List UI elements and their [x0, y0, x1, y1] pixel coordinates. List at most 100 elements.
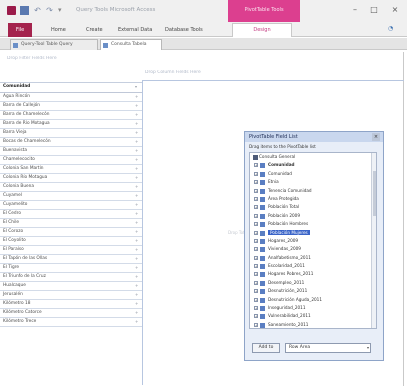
expand-icon[interactable]: + [135, 273, 139, 281]
row-item[interactable]: Hualcaque + [0, 282, 142, 291]
expand-icon[interactable]: + [254, 188, 258, 193]
expand-icon[interactable]: + [135, 264, 139, 272]
scrollbar-thumb[interactable] [373, 171, 376, 216]
expand-icon[interactable]: + [135, 111, 139, 119]
row-item[interactable]: El Tigre + [0, 264, 142, 273]
chevron-down-icon[interactable]: ▾ [367, 344, 369, 352]
expand-icon[interactable]: + [135, 102, 139, 110]
expand-icon[interactable]: + [254, 306, 258, 311]
row-item[interactable]: Barra de Chamelecón + [0, 111, 142, 120]
row-item[interactable]: Bocas de Chamelecón + [0, 138, 142, 147]
expand-icon[interactable]: + [254, 322, 258, 327]
row-item[interactable]: Colonia Buena + [0, 183, 142, 192]
expand-icon[interactable]: + [254, 205, 258, 210]
field-item[interactable]: + Saneamiento_2011 [250, 321, 376, 328]
field-list-title[interactable]: PivotTable Field List [245, 132, 383, 142]
close-button[interactable]: × [388, 4, 402, 16]
row-item[interactable]: Buenavista + [0, 147, 142, 156]
expand-icon[interactable]: + [135, 237, 139, 245]
expand-icon[interactable]: ▾ [135, 83, 139, 91]
expand-icon[interactable]: + [254, 289, 258, 294]
tab-design[interactable]: Design [232, 23, 292, 37]
expand-icon[interactable]: + [135, 228, 139, 236]
field-item[interactable]: + Hogares_2009 [250, 237, 376, 245]
expand-icon[interactable]: + [254, 222, 258, 227]
row-field-header[interactable]: Comunidad ▾ [0, 83, 142, 93]
row-item[interactable]: El Cedro + [0, 210, 142, 219]
expand-icon[interactable]: + [135, 192, 139, 200]
add-to-button[interactable]: Add to [252, 343, 280, 353]
expand-icon[interactable]: + [254, 297, 258, 302]
expand-icon[interactable]: + [254, 171, 258, 176]
tab-home[interactable]: Home [51, 25, 66, 35]
expand-icon[interactable]: + [135, 183, 139, 191]
field-item[interactable]: + Hogares Pobres_2011 [250, 270, 376, 278]
row-item[interactable]: Jerusalén + [0, 291, 142, 300]
expand-icon[interactable]: + [254, 238, 258, 243]
customize-toolbar-icon[interactable]: ▾ [58, 6, 67, 15]
expand-icon[interactable]: + [254, 255, 258, 260]
row-item[interactable]: El Corozo + [0, 228, 142, 237]
expand-icon[interactable]: + [135, 93, 139, 101]
row-item[interactable]: Colonia Río Motagua + [0, 174, 142, 183]
expand-icon[interactable]: + [254, 314, 258, 319]
maximize-button[interactable]: □ [367, 4, 381, 16]
expand-icon[interactable]: + [135, 201, 139, 209]
field-item[interactable]: + Analfabetismo_2011 [250, 254, 376, 262]
tab-database-tools[interactable]: Database Tools [165, 25, 203, 35]
expand-icon[interactable]: + [135, 210, 139, 218]
row-item[interactable]: El Coyolito + [0, 237, 142, 246]
field-item[interactable]: + Viviendas_2009 [250, 245, 376, 253]
expand-icon[interactable]: + [254, 280, 258, 285]
expand-icon[interactable]: + [254, 196, 258, 201]
expand-icon[interactable]: + [254, 264, 258, 269]
field-item[interactable]: + Población 2009 [250, 212, 376, 220]
expand-icon[interactable]: + [135, 291, 139, 299]
field-tree-root[interactable]: Consulta General [250, 153, 376, 161]
expand-icon[interactable]: + [135, 147, 139, 155]
expand-icon[interactable]: + [135, 318, 139, 326]
expand-icon[interactable]: + [254, 230, 258, 235]
expand-icon[interactable]: + [254, 213, 258, 218]
expand-icon[interactable]: + [254, 247, 258, 252]
field-item-selected[interactable]: + Población Mujeres [250, 229, 376, 237]
tab-file[interactable]: File [8, 23, 32, 37]
field-item[interactable]: + Etnia [250, 178, 376, 186]
doc-tab-design[interactable]: Consulta Tabela [100, 39, 162, 50]
row-item[interactable]: Kilómetro Catorce + [0, 309, 142, 318]
field-item[interactable]: + Tenencia Comunidad [250, 187, 376, 195]
target-area-select[interactable]: Row Area ▾ [285, 343, 371, 353]
access-app-icon[interactable] [7, 6, 16, 15]
row-item[interactable]: Cuyamelito + [0, 201, 142, 210]
field-item[interactable]: + Inseguridad_2011 [250, 304, 376, 312]
row-item[interactable]: Barra Vieja + [0, 129, 142, 138]
expand-icon[interactable]: + [135, 156, 139, 164]
field-item[interactable]: + Población Hombres [250, 220, 376, 228]
expand-icon[interactable]: + [135, 129, 139, 137]
expand-icon[interactable]: + [135, 120, 139, 128]
field-item[interactable]: + Comunidad [250, 170, 376, 178]
expand-icon[interactable]: + [254, 180, 258, 185]
row-item[interactable]: El Chile + [0, 219, 142, 228]
field-item[interactable]: + Población Total [250, 203, 376, 211]
row-item[interactable]: Barra de Río Motagua + [0, 120, 142, 129]
expand-icon[interactable]: + [135, 282, 139, 290]
doc-tab-query[interactable]: Query-Tool Table Query [10, 39, 98, 50]
field-item[interactable]: + Área Protegida [250, 195, 376, 203]
field-item[interactable]: + Vulnerabilidad_2011 [250, 312, 376, 320]
tab-create[interactable]: Create [86, 25, 103, 35]
expand-icon[interactable]: + [135, 165, 139, 173]
close-icon[interactable]: × [372, 133, 380, 141]
row-item[interactable]: Barra de Callejón + [0, 102, 142, 111]
row-item[interactable]: El Tapón de las Ollas + [0, 255, 142, 264]
row-item[interactable]: Kilómetro 18 + [0, 300, 142, 309]
field-list-scrollbar[interactable] [371, 153, 376, 328]
field-item[interactable]: + Desempleo_2011 [250, 279, 376, 287]
row-item[interactable]: El Paraíso + [0, 246, 142, 255]
expand-icon[interactable]: + [135, 246, 139, 254]
field-item[interactable]: + Desnutrición Aguda_2011 [250, 296, 376, 304]
row-item[interactable]: Cuyamel + [0, 192, 142, 201]
tab-external-data[interactable]: External Data [118, 25, 152, 35]
expand-icon[interactable]: + [135, 309, 139, 317]
filter-drop-zone[interactable]: Drop Filter Fields Here [7, 56, 127, 64]
